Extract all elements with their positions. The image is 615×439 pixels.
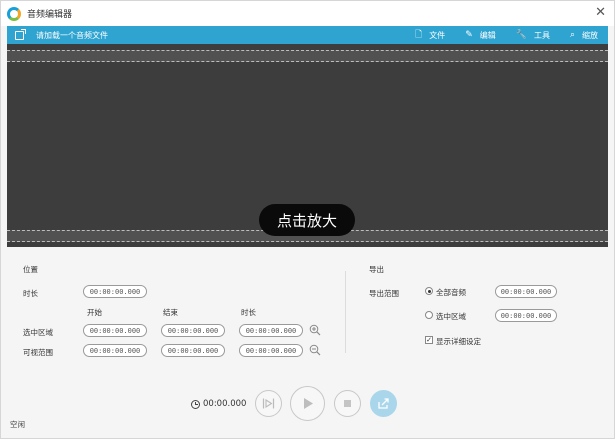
wrench-icon: 🔧 bbox=[515, 29, 527, 40]
col-end-label: 结束 bbox=[163, 308, 178, 317]
menu-zoom-label: 缩放 bbox=[582, 30, 598, 40]
app-window: 音频编辑器 ✕ 请加载一个音频文件 🗋 文件 ✎ 编辑 🔧 工具 ⌕ 缩放 点击… bbox=[0, 0, 615, 439]
col-start-label: 开始 bbox=[87, 308, 102, 317]
play-selection-icon bbox=[262, 398, 275, 409]
file-icon: 🗋 bbox=[414, 29, 423, 40]
zoom-hint-button[interactable]: 点击放大 bbox=[259, 204, 355, 236]
menu-tools[interactable]: 🔧 工具 bbox=[516, 30, 550, 41]
menu-file[interactable]: 🗋 文件 bbox=[415, 30, 445, 41]
duration-label: 时长 bbox=[23, 289, 38, 298]
export-selection-label: 选中区域 bbox=[436, 312, 466, 321]
menu-edit[interactable]: ✎ 编辑 bbox=[465, 30, 496, 41]
visible-end-field[interactable]: 00:00:00.000 bbox=[161, 344, 225, 357]
waveform-area[interactable]: 点击放大 bbox=[7, 44, 608, 247]
edit-icon: ✎ bbox=[465, 29, 473, 40]
playback-time-value: 00:00.000 bbox=[203, 399, 247, 409]
menu-tools-label: 工具 bbox=[533, 30, 550, 40]
stop-icon bbox=[344, 400, 351, 407]
export-title: 导出 bbox=[369, 265, 384, 274]
title-bar: 音频编辑器 ✕ bbox=[1, 1, 614, 26]
show-details-checkbox[interactable]: ✓ bbox=[425, 336, 433, 344]
play-button[interactable] bbox=[290, 386, 325, 421]
export-selection-field: 00:00:00.000 bbox=[495, 309, 557, 322]
export-range-label: 导出范围 bbox=[369, 289, 399, 298]
selection-length-field[interactable]: 00:00:00.000 bbox=[239, 324, 303, 337]
overview-strip[interactable] bbox=[7, 50, 608, 62]
close-button[interactable]: ✕ bbox=[595, 5, 606, 20]
window-title: 音频编辑器 bbox=[27, 10, 73, 20]
export-button[interactable] bbox=[370, 390, 397, 417]
share-export-icon bbox=[378, 398, 389, 409]
position-title: 位置 bbox=[23, 265, 38, 274]
selection-label: 选中区域 bbox=[23, 328, 53, 337]
col-length-label: 时长 bbox=[241, 308, 256, 317]
app-logo-icon bbox=[7, 6, 21, 21]
toolbar: 请加载一个音频文件 🗋 文件 ✎ 编辑 🔧 工具 ⌕ 缩放 bbox=[7, 26, 608, 44]
visible-range-label: 可视范围 bbox=[23, 348, 53, 357]
stop-button[interactable] bbox=[334, 390, 361, 417]
visible-start-field[interactable]: 00:00:00.000 bbox=[83, 344, 147, 357]
menu-edit-label: 编辑 bbox=[479, 30, 496, 40]
load-audio-label: 请加载一个音频文件 bbox=[36, 30, 108, 40]
zoom-out-icon[interactable] bbox=[309, 344, 321, 356]
panel-divider bbox=[345, 271, 346, 353]
show-details-label: 显示详细设定 bbox=[436, 337, 481, 346]
clock-icon bbox=[191, 399, 200, 409]
duration-field: 00:00:00.000 bbox=[83, 285, 147, 298]
open-file-icon bbox=[15, 28, 26, 40]
export-all-radio[interactable] bbox=[425, 287, 433, 295]
export-all-field: 00:00:00.000 bbox=[495, 285, 557, 298]
zoom-in-icon[interactable] bbox=[309, 324, 321, 336]
toolbar-menu: 🗋 文件 ✎ 编辑 🔧 工具 ⌕ 缩放 bbox=[395, 30, 598, 41]
selection-start-field[interactable]: 00:00:00.000 bbox=[83, 324, 147, 337]
export-selection-radio[interactable] bbox=[425, 311, 433, 319]
play-selection-button[interactable] bbox=[255, 390, 282, 417]
load-audio-button[interactable]: 请加载一个音频文件 bbox=[15, 28, 108, 41]
menu-file-label: 文件 bbox=[429, 30, 446, 40]
play-icon bbox=[304, 398, 313, 409]
visible-length-field[interactable]: 00:00:00.000 bbox=[239, 344, 303, 357]
menu-zoom[interactable]: ⌕ 缩放 bbox=[570, 30, 598, 41]
export-all-label: 全部音频 bbox=[436, 288, 466, 297]
playback-time: 00:00.000 bbox=[191, 399, 246, 409]
status-text: 空闲 bbox=[10, 420, 25, 429]
search-icon: ⌕ bbox=[569, 29, 575, 40]
selection-end-field[interactable]: 00:00:00.000 bbox=[161, 324, 225, 337]
